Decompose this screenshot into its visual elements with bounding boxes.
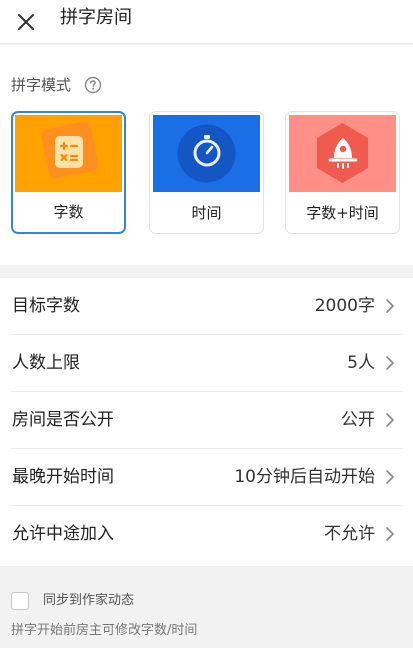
setting-value: 2000字 xyxy=(314,296,375,316)
setting-row-room-public[interactable]: 房间是否公开 公开 xyxy=(0,392,413,449)
mode-card-time[interactable]: 时间 xyxy=(149,111,264,234)
page-title: 拼字房间 xyxy=(60,7,132,28)
mode-section: 拼字模式 字数 时间 字数+时间 xyxy=(0,45,413,265)
settings-list: 目标字数 2000字 人数上限 5人 房间是否公开 公开 最晚开始时间 10分钟… xyxy=(0,278,413,566)
sync-checkbox[interactable] xyxy=(11,592,29,610)
calculator-icon xyxy=(55,136,83,168)
setting-label: 最晚开始时间 xyxy=(12,467,114,487)
close-icon xyxy=(18,14,34,30)
sync-option[interactable]: 同步到作家动态 xyxy=(11,592,211,612)
mode-card-word-count[interactable]: 字数 xyxy=(11,111,126,234)
question-circle-icon[interactable] xyxy=(84,76,102,94)
setting-row-max-people[interactable]: 人数上限 5人 xyxy=(0,335,413,392)
footer-note: 拼字开始前房主可修改字数/时间 xyxy=(11,623,198,638)
header-bar: 拼字房间 xyxy=(0,0,413,44)
setting-row-latest-start[interactable]: 最晚开始时间 10分钟后自动开始 xyxy=(0,449,413,506)
chevron-right-icon xyxy=(386,299,394,313)
setting-label: 房间是否公开 xyxy=(12,410,114,430)
setting-value: 5人 xyxy=(347,353,375,373)
setting-label: 允许中途加入 xyxy=(12,524,114,544)
chevron-right-icon xyxy=(386,470,394,484)
mode-card-word-and-time[interactable]: 字数+时间 xyxy=(285,111,400,234)
mode-label: 拼字模式 xyxy=(11,76,72,94)
rocket-icon xyxy=(328,138,358,169)
chevron-right-icon xyxy=(386,413,394,427)
setting-value: 10分钟后自动开始 xyxy=(234,467,375,487)
mode-card-label: 时间 xyxy=(191,204,222,222)
chevron-right-icon xyxy=(386,527,394,541)
setting-row-target-words[interactable]: 目标字数 2000字 xyxy=(0,278,413,335)
stopwatch-icon xyxy=(193,135,221,167)
setting-value: 不允许 xyxy=(324,524,375,544)
mode-card-label: 字数 xyxy=(53,203,84,221)
setting-label: 人数上限 xyxy=(12,353,80,373)
close-button[interactable] xyxy=(10,6,42,38)
setting-label: 目标字数 xyxy=(12,296,80,316)
setting-value: 公开 xyxy=(341,410,375,430)
setting-row-allow-join[interactable]: 允许中途加入 不允许 xyxy=(0,506,413,563)
chevron-right-icon xyxy=(386,356,394,370)
mode-card-label: 字数+时间 xyxy=(306,204,379,222)
sync-label: 同步到作家动态 xyxy=(43,593,135,608)
